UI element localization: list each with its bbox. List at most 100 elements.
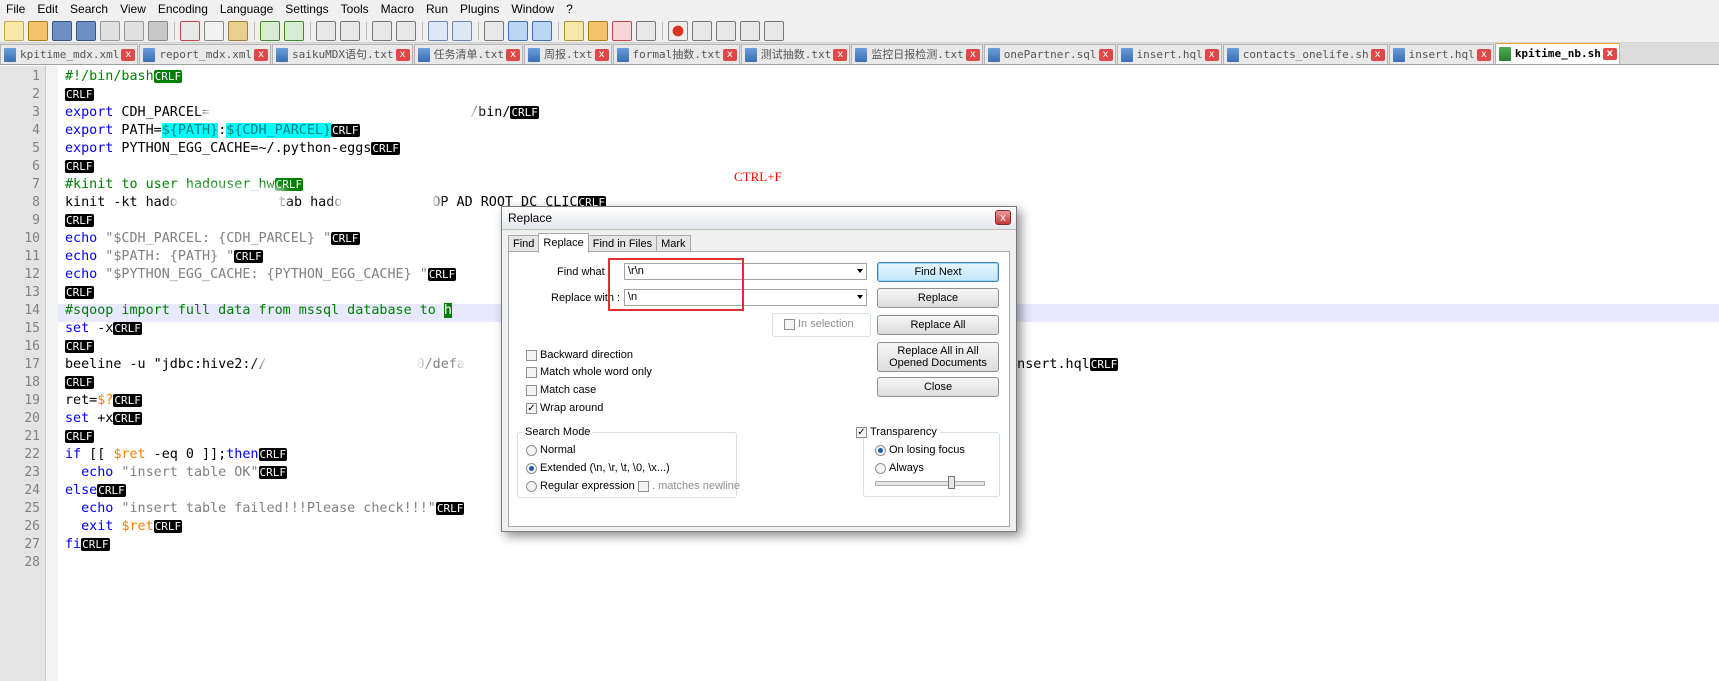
- chevron-down-icon[interactable]: [857, 269, 863, 273]
- menu-search[interactable]: Search: [64, 0, 114, 19]
- menu-language[interactable]: Language: [214, 0, 279, 19]
- menu-encoding[interactable]: Encoding: [152, 0, 214, 19]
- tab-formal-extract-txt[interactable]: formal抽数.txt x: [612, 44, 740, 64]
- close-file-icon[interactable]: [100, 20, 120, 41]
- tab-kpitime-nb-sh[interactable]: kpitime_nb.sh x: [1494, 43, 1620, 64]
- print-icon[interactable]: [148, 20, 168, 41]
- show-all-characters-icon[interactable]: [508, 20, 528, 41]
- transparency-always-radio[interactable]: Always: [875, 462, 924, 474]
- close-icon[interactable]: x: [1476, 48, 1491, 61]
- close-icon[interactable]: x: [121, 48, 136, 61]
- replace-button[interactable]: Replace: [877, 288, 999, 308]
- close-icon[interactable]: x: [965, 48, 980, 61]
- checkbox-box[interactable]: [784, 318, 795, 330]
- menu-help[interactable]: ?: [560, 0, 579, 19]
- stop-macro-icon[interactable]: [692, 20, 712, 41]
- sync-horizontal-icon[interactable]: [452, 20, 472, 41]
- matches-newline-checkbox[interactable]: . matches newline: [638, 480, 740, 492]
- copy-icon[interactable]: [204, 20, 224, 41]
- radio-circle-selected[interactable]: [875, 444, 886, 456]
- word-wrap-icon[interactable]: [484, 20, 504, 41]
- tab-contacts-onelife-sh[interactable]: contacts_onelife.sh x: [1222, 44, 1388, 64]
- replace-all-opened-documents-button[interactable]: Replace All in All Opened Documents: [877, 342, 999, 372]
- close-button[interactable]: Close: [877, 377, 999, 397]
- menu-macro[interactable]: Macro: [375, 0, 420, 19]
- tab-replace[interactable]: Replace: [538, 233, 589, 253]
- close-icon[interactable]: x: [254, 48, 269, 61]
- close-icon[interactable]: x: [722, 48, 737, 61]
- save-all-icon[interactable]: [76, 20, 96, 41]
- transparency-on-losing-focus-radio[interactable]: On losing focus: [875, 444, 965, 456]
- search-mode-extended-radio[interactable]: Extended (\n, \r, \t, \0, \x...): [526, 462, 670, 474]
- close-icon[interactable]: x: [1204, 48, 1219, 61]
- wrap-around-checkbox[interactable]: ✓ Wrap around: [526, 402, 603, 414]
- replace-all-button[interactable]: Replace All: [877, 315, 999, 335]
- tab-monitor-daily-txt[interactable]: 监控日报检测.txt x: [851, 44, 983, 64]
- indent-guide-icon[interactable]: [532, 20, 552, 41]
- match-whole-word-checkbox[interactable]: Match whole word only: [526, 366, 652, 378]
- find-icon[interactable]: [316, 20, 336, 41]
- tab-report-mdx-xml[interactable]: report_mdx.xml x: [139, 44, 272, 64]
- transparency-slider-track[interactable]: [875, 481, 985, 486]
- tab-onepartner-sql[interactable]: onePartner.sql x: [983, 44, 1116, 64]
- in-selection-checkbox[interactable]: In selection: [784, 318, 854, 330]
- close-all-icon[interactable]: [124, 20, 144, 41]
- redo-icon[interactable]: [284, 20, 304, 41]
- transparency-slider-thumb[interactable]: [948, 476, 955, 489]
- play-macro-icon[interactable]: [716, 20, 736, 41]
- menu-run[interactable]: Run: [420, 0, 454, 19]
- tab-task-list-txt[interactable]: 任务清单.txt x: [413, 44, 524, 64]
- checkbox-box[interactable]: [526, 384, 537, 396]
- tab-saikumdx-txt[interactable]: saikuMDX语句.txt x: [272, 44, 413, 64]
- paste-icon[interactable]: [228, 20, 248, 41]
- close-icon[interactable]: x: [594, 48, 609, 61]
- close-icon[interactable]: x: [833, 48, 848, 61]
- checkbox-box[interactable]: [526, 366, 537, 378]
- menu-settings[interactable]: Settings: [279, 0, 334, 19]
- close-icon[interactable]: x: [395, 48, 410, 61]
- radio-circle-selected[interactable]: [526, 462, 537, 474]
- close-icon[interactable]: x: [995, 210, 1011, 225]
- zoom-out-icon[interactable]: [396, 20, 416, 41]
- backward-direction-checkbox[interactable]: Backward direction: [526, 349, 633, 361]
- zoom-in-icon[interactable]: [372, 20, 392, 41]
- menu-file[interactable]: File: [0, 0, 31, 19]
- radio-circle[interactable]: [526, 480, 537, 492]
- folder-icon[interactable]: [588, 20, 608, 41]
- close-icon[interactable]: x: [1602, 48, 1617, 60]
- search-mode-regex-radio[interactable]: Regular expression: [526, 480, 635, 492]
- menu-window[interactable]: Window: [505, 0, 560, 19]
- tab-test-extract-txt[interactable]: 测试抽数.txt x: [740, 44, 851, 64]
- replace-icon[interactable]: [340, 20, 360, 41]
- check-icon[interactable]: ✓: [856, 426, 867, 438]
- tab-insert-hql-2[interactable]: insert.hql x: [1388, 44, 1494, 64]
- menu-tools[interactable]: Tools: [335, 0, 375, 19]
- tab-insert-hql[interactable]: insert.hql x: [1116, 44, 1222, 64]
- save-macro-icon[interactable]: [764, 20, 784, 41]
- menu-view[interactable]: View: [114, 0, 152, 19]
- check-icon[interactable]: ✓: [526, 402, 537, 414]
- document-map-icon[interactable]: [636, 20, 656, 41]
- checkbox-box[interactable]: [638, 480, 649, 492]
- radio-circle[interactable]: [526, 444, 537, 456]
- sync-vertical-icon[interactable]: [428, 20, 448, 41]
- menu-edit[interactable]: Edit: [31, 0, 64, 19]
- close-icon[interactable]: x: [1370, 48, 1385, 61]
- tab-kpitime-mdx-xml[interactable]: kpitime_mdx.xml x: [0, 44, 139, 64]
- record-macro-icon[interactable]: [668, 20, 688, 41]
- tab-weekly-report-txt[interactable]: 周报.txt x: [524, 44, 612, 64]
- chevron-down-icon[interactable]: [857, 295, 863, 299]
- close-icon[interactable]: x: [1098, 48, 1113, 61]
- run-macro-multiple-icon[interactable]: [740, 20, 760, 41]
- menu-plugins[interactable]: Plugins: [454, 0, 505, 19]
- transparency-checkbox[interactable]: ✓ Transparency: [856, 426, 940, 438]
- match-case-checkbox[interactable]: Match case: [526, 384, 596, 396]
- save-icon[interactable]: [52, 20, 72, 41]
- close-icon[interactable]: x: [506, 48, 521, 61]
- cut-icon[interactable]: [180, 20, 200, 41]
- user-language-icon[interactable]: [564, 20, 584, 41]
- undo-icon[interactable]: [260, 20, 280, 41]
- search-mode-normal-radio[interactable]: Normal: [526, 444, 575, 456]
- checkbox-box[interactable]: [526, 349, 537, 361]
- new-file-icon[interactable]: [4, 20, 24, 41]
